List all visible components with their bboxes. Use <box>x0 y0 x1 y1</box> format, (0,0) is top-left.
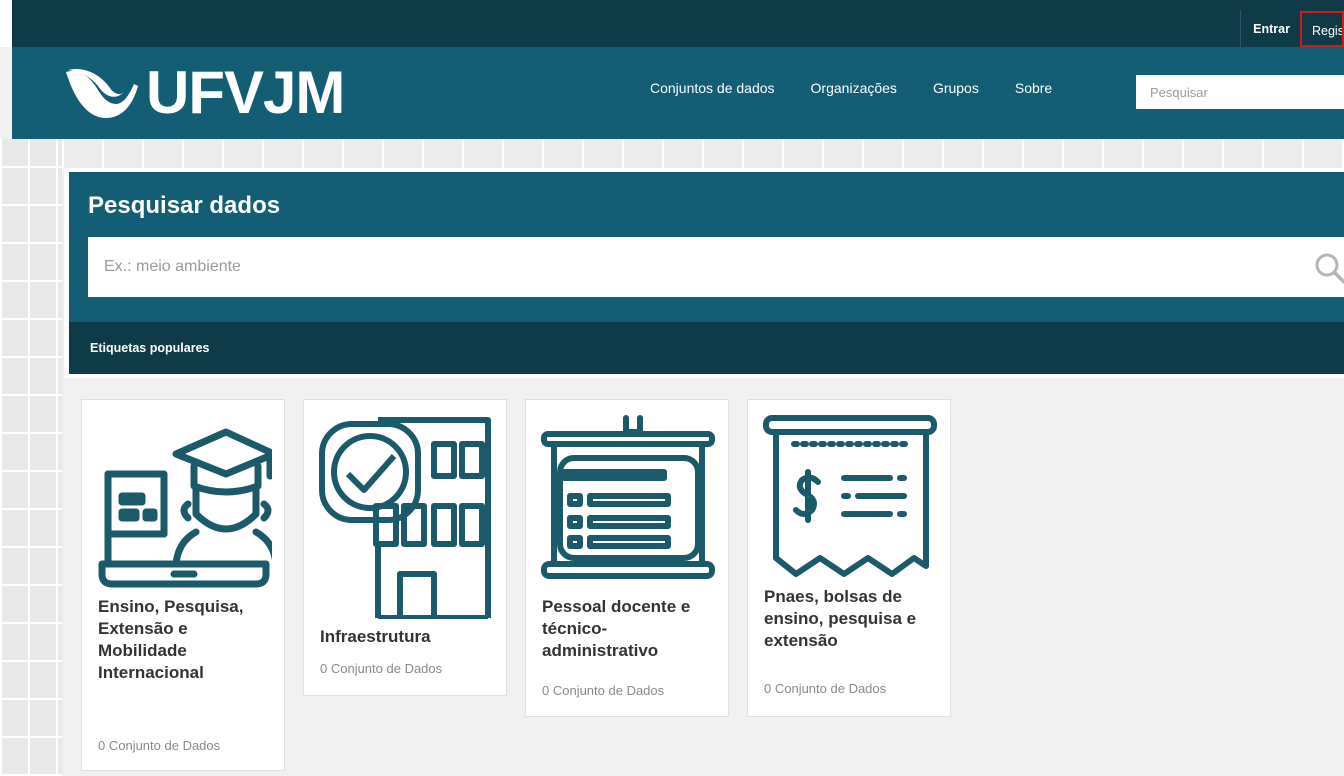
nav-groups[interactable]: Grupos <box>933 80 979 96</box>
account-bar: Entrar Registrar <box>0 0 1344 48</box>
header-search-input[interactable] <box>1136 75 1344 109</box>
ufvjm-logo-icon <box>66 68 138 118</box>
graduation-laptop-icon <box>98 428 272 588</box>
logo-wordmark: UFVJM <box>146 58 345 126</box>
group-count: 0 Conjunto de Dados <box>320 661 443 676</box>
group-title[interactable]: Ensino, Pesquisa, Extensão e Mobilidade … <box>98 596 248 684</box>
group-card[interactable]: Ensino, Pesquisa, Extensão e Mobilidade … <box>81 399 285 771</box>
hero-search <box>88 237 1344 297</box>
group-card[interactable]: Infraestrutura 0 Conjunto de Dados <box>303 399 507 696</box>
presentation-board-icon <box>541 415 715 579</box>
popular-tags-bar: Etiquetas populares <box>69 322 1344 374</box>
hero-search-input[interactable] <box>88 237 1344 297</box>
group-count: 0 Conjunto de Dados <box>98 738 221 753</box>
receipt-dollar-icon <box>763 415 937 577</box>
background-pattern-top <box>62 139 1344 169</box>
search-icon[interactable] <box>1314 252 1344 284</box>
hero-title: Pesquisar dados <box>88 192 281 219</box>
site-logo[interactable]: UFVJM <box>64 57 345 127</box>
search-hero: Pesquisar dados Etiquetas populares <box>64 168 1344 378</box>
login-link[interactable]: Entrar <box>1240 10 1300 48</box>
group-title[interactable]: Infraestrutura <box>320 626 490 648</box>
popular-tags-label: Etiquetas populares <box>90 341 210 355</box>
group-card[interactable]: Pnaes, bolsas de ensino, pesquisa e exte… <box>747 399 951 717</box>
main-nav: Conjuntos de dados Organizações Grupos S… <box>650 80 1089 96</box>
group-card[interactable]: Pessoal docente e técnico-administrativo… <box>525 399 729 717</box>
group-title[interactable]: Pnaes, bolsas de ensino, pesquisa e exte… <box>764 586 944 652</box>
group-count: 0 Conjunto de Dados <box>764 681 887 696</box>
background-pattern <box>0 139 62 776</box>
group-title[interactable]: Pessoal docente e técnico-administrativo <box>542 596 722 662</box>
masthead: UFVJM Conjuntos de dados Organizações Gr… <box>12 47 1344 139</box>
account-links: Entrar Registrar <box>1240 10 1344 48</box>
nav-datasets[interactable]: Conjuntos de dados <box>650 80 775 96</box>
group-count: 0 Conjunto de Dados <box>542 683 665 698</box>
nav-organizations[interactable]: Organizações <box>811 80 897 96</box>
building-check-icon <box>319 417 491 619</box>
nav-about[interactable]: Sobre <box>1015 80 1052 96</box>
register-link[interactable]: Registrar <box>1300 11 1344 47</box>
